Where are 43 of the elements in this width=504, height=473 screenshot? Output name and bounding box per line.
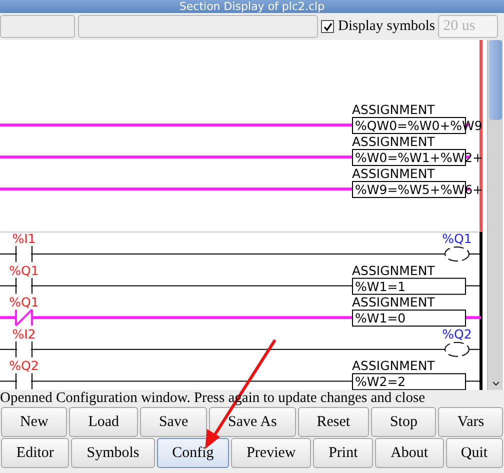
toolbar-button[interactable]: Stop (371, 407, 436, 437)
coil-label: %Q1 (442, 231, 472, 246)
toolbar-button[interactable]: Quit (446, 438, 503, 468)
toolbar-button[interactable]: Editor (1, 438, 70, 468)
contact-symbol[interactable] (16, 246, 32, 262)
block-label: ASSIGNMENT (352, 294, 435, 310)
toolbar-button[interactable]: Config (156, 438, 230, 468)
input-field[interactable] (0, 15, 75, 38)
contact-label: %I1 (12, 231, 36, 246)
toolbar-button[interactable]: Vars (438, 407, 504, 437)
assignment-block[interactable]: %W1=1 (352, 278, 466, 295)
contact-symbol[interactable] (16, 372, 32, 390)
toolbar-button[interactable]: Load (69, 407, 138, 437)
coil-label: %Q2 (442, 326, 472, 342)
toolbar-button[interactable]: Save (140, 407, 208, 437)
block-label: ASSIGNMENT (352, 166, 435, 181)
toolbar-button[interactable]: About (375, 438, 444, 468)
scrollbar-thumb[interactable] (489, 40, 502, 120)
block-label: ASSIGNMENT (352, 358, 435, 374)
coil-symbol[interactable] (444, 342, 470, 357)
toolbar-button[interactable]: Reset (298, 407, 370, 437)
checkbox[interactable] (321, 20, 334, 33)
toolbar-button[interactable]: Print (313, 438, 374, 468)
window-title: Section Display of plc2.clp (179, 0, 325, 12)
block-label: ASSIGNMENT (352, 134, 435, 149)
assignment-block[interactable]: %W1=0 (352, 310, 466, 327)
toolbar-button[interactable]: Symbols (71, 438, 155, 468)
contact-label: %Q1 (9, 294, 39, 310)
contact-symbol[interactable] (16, 340, 32, 358)
block-label: ASSIGNMENT (352, 102, 435, 117)
toolbar-button[interactable]: New (1, 407, 68, 437)
toolbar-button[interactable]: Save As (209, 407, 296, 437)
block-label: ASSIGNMENT (352, 262, 435, 278)
coil-symbol[interactable] (444, 246, 470, 262)
scrollbar[interactable] (487, 40, 503, 390)
assignment-block[interactable]: %W2=2 (352, 373, 466, 390)
contact-symbol[interactable] (16, 277, 32, 294)
contact-label: %Q2 (9, 358, 39, 374)
toolbar-button[interactable]: Preview (231, 438, 312, 468)
contact-label: %Q1 (9, 262, 39, 278)
input-field[interactable] (78, 15, 318, 38)
checkbox-label: Display symbols (338, 18, 436, 35)
contact-label: %I2 (12, 326, 36, 342)
